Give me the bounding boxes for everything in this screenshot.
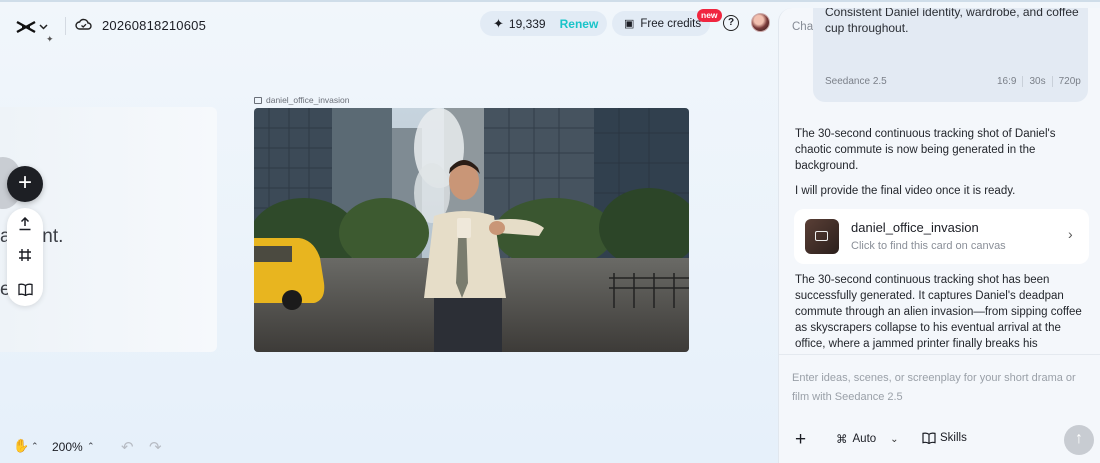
skills-button[interactable]: Skills: [922, 432, 967, 444]
video-card-label: daniel_office_invasion: [254, 95, 350, 105]
upload-icon[interactable]: [7, 212, 43, 236]
canvas-tool-stack: [7, 208, 43, 306]
cloud-sync-icon[interactable]: [75, 17, 92, 31]
chevron-right-icon: ›: [1068, 226, 1073, 242]
prompt-model: Seedance 2.5: [825, 76, 887, 87]
prompt-text-cut-line: Consistent Daniel identity, wardrobe, an…: [825, 8, 1079, 19]
free-credits-label: Free credits: [640, 17, 702, 30]
frame-icon[interactable]: [7, 243, 43, 267]
credits-pill[interactable]: ✦ 19,339 Renew: [480, 11, 607, 36]
assistant-message-1: The 30-second continuous tracking shot o…: [795, 128, 1056, 172]
chat-panel: Chats ⤡ Consistent Daniel identity, ward…: [778, 8, 1100, 463]
assistant-message-2: I will provide the final video once it i…: [795, 185, 1016, 197]
spec-duration: 30s: [1022, 76, 1051, 87]
spec-resolution: 720p: [1051, 76, 1087, 87]
chevron-down-icon: ⌄: [890, 433, 899, 445]
video-card-thumbnail: [805, 219, 839, 254]
book-icon: [922, 432, 936, 444]
video-card-subtitle: Click to find this card on canvas: [851, 240, 1006, 252]
header-divider: [65, 17, 66, 35]
prompt-specs: 16:9 30s 720p: [991, 76, 1087, 87]
project-title[interactable]: 20260818210605: [102, 18, 206, 33]
add-element-button[interactable]: +: [7, 166, 43, 202]
chat-input[interactable]: Enter ideas, scenes, or screenplay for y…: [792, 369, 1092, 407]
window-top-border: [0, 0, 1100, 2]
prompt-text: Consistent Daniel identity, wardrobe, an…: [825, 8, 1079, 38]
free-credits-button[interactable]: ▣ Free credits: [612, 11, 710, 36]
redo-icon[interactable]: ↷: [149, 438, 162, 456]
video-icon: [815, 231, 828, 241]
prompt-text-line: cup throughout.: [825, 21, 909, 35]
chat-video-card[interactable]: daniel_office_invasion Click to find thi…: [794, 209, 1089, 264]
capcut-logo-icon: [16, 20, 36, 34]
prompt-card: Consistent Daniel identity, wardrobe, an…: [813, 8, 1088, 102]
zoom-level[interactable]: 200%: [52, 440, 83, 454]
new-badge: new: [697, 9, 722, 22]
video-icon: [254, 96, 262, 104]
sparkle-icon: ✦: [46, 34, 54, 44]
mode-label: Auto: [852, 433, 877, 445]
credits-star-icon: ✦: [493, 15, 504, 31]
send-button[interactable]: ↑: [1064, 425, 1094, 455]
video-thumbnail[interactable]: [254, 108, 689, 352]
book-icon[interactable]: [7, 277, 43, 301]
video-card-title: daniel_office_invasion: [851, 220, 979, 235]
chevron-down-icon: [39, 24, 48, 30]
renew-link[interactable]: Renew: [560, 17, 599, 31]
help-icon[interactable]: ?: [723, 15, 739, 31]
zoom-chevron-up-icon[interactable]: ⌃: [87, 441, 95, 452]
chat-input-area: Enter ideas, scenes, or screenplay for y…: [779, 354, 1100, 463]
undo-icon[interactable]: ↶: [121, 438, 134, 456]
assistant-message-3: The 30-second continuous tracking shot h…: [795, 274, 1082, 350]
video-scene-image: [254, 108, 689, 352]
chevron-up-icon[interactable]: ⌃: [31, 441, 39, 452]
skills-label: Skills: [940, 432, 967, 444]
spec-aspect: 16:9: [997, 76, 1017, 87]
gift-icon: ▣: [624, 18, 635, 30]
avatar[interactable]: [751, 13, 770, 32]
mode-selector[interactable]: ⌘ Auto ⌄: [836, 432, 899, 446]
credits-count: 19,339: [508, 16, 546, 31]
hand-tool-icon[interactable]: ✋: [13, 438, 29, 454]
agent-mode-icon: ⌘: [836, 434, 848, 446]
video-label-text: daniel_office_invasion: [266, 95, 350, 105]
add-attachment-button[interactable]: +: [795, 429, 806, 451]
